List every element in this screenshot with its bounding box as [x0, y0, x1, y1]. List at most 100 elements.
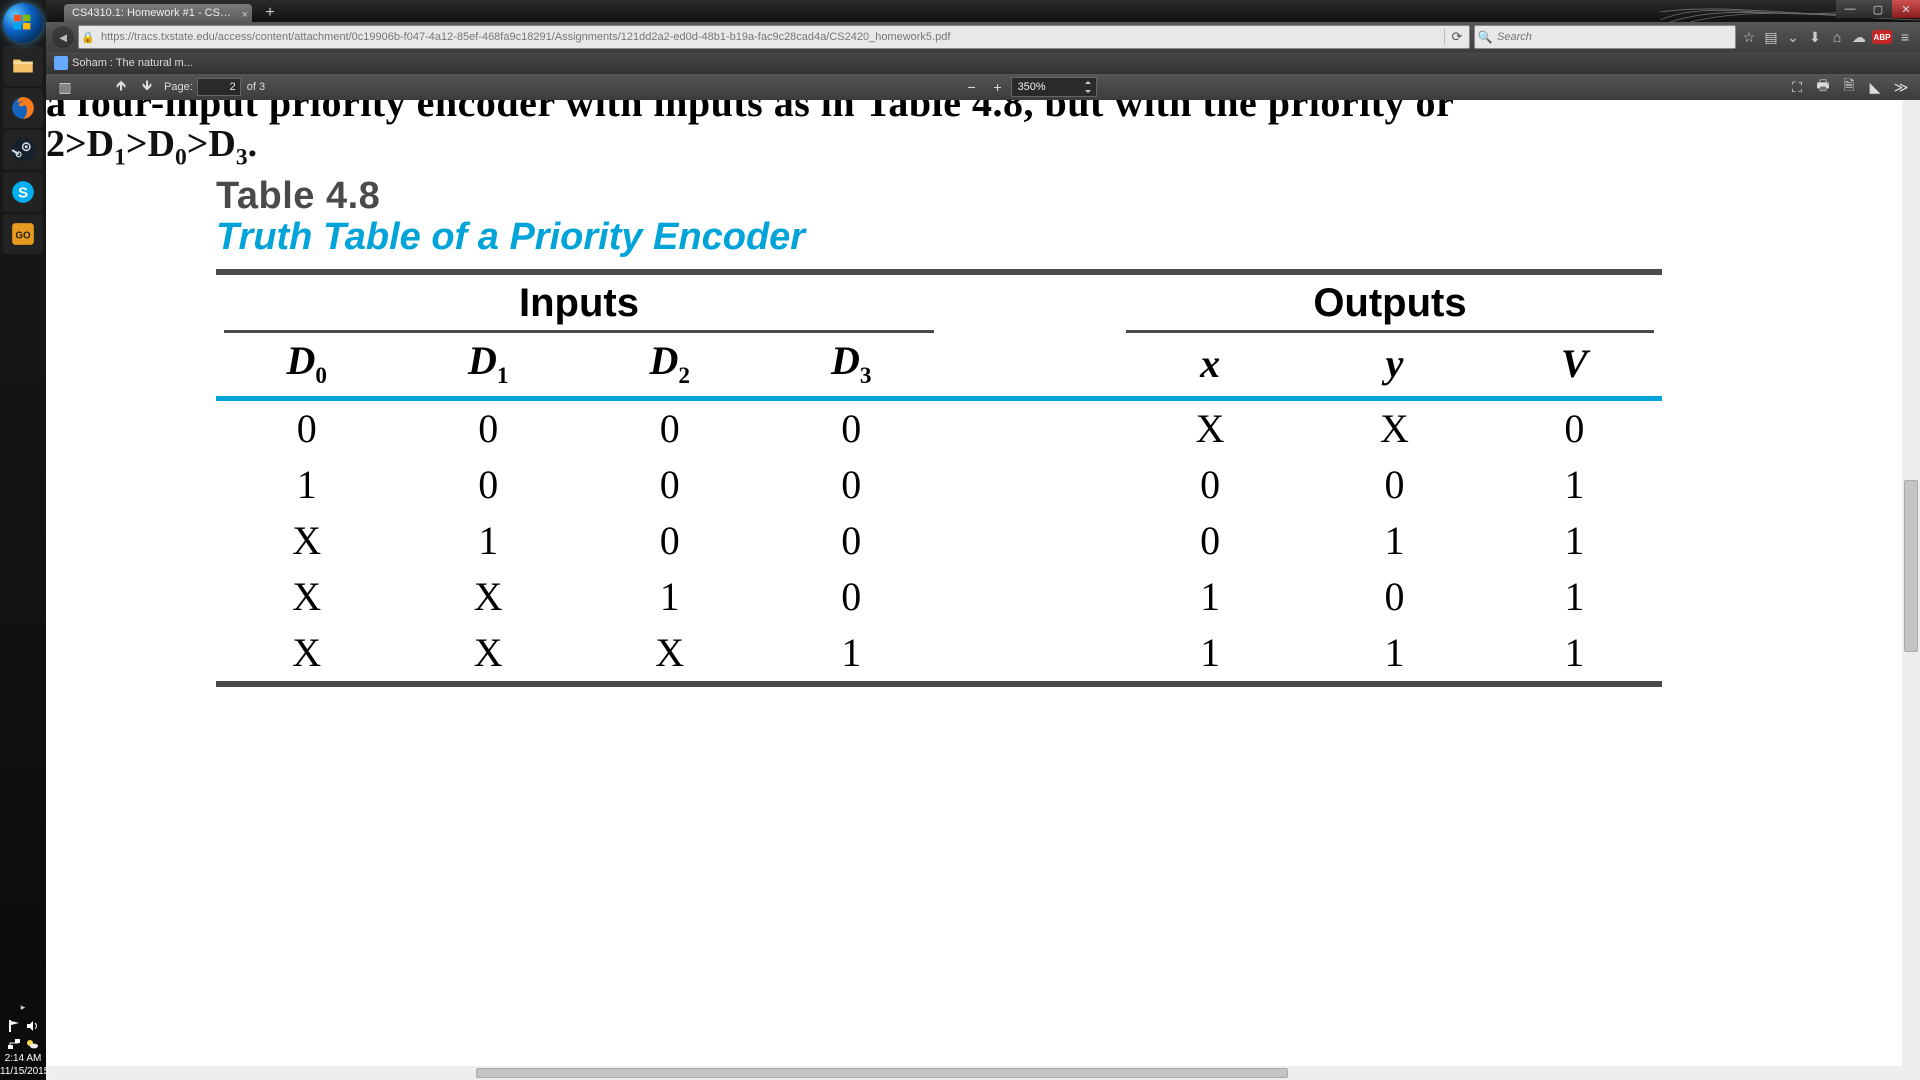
- cell: 0: [397, 457, 578, 513]
- reload-button[interactable]: ⟳: [1444, 29, 1469, 45]
- browser-tab[interactable]: CS4310.1: Homework #1 - CS24... ×: [64, 4, 252, 22]
- cell: 1: [1302, 625, 1486, 684]
- cell: 0: [760, 457, 941, 513]
- taskbar-item-steam[interactable]: [3, 130, 43, 170]
- cell: 0: [579, 457, 760, 513]
- back-button[interactable]: ◄: [52, 26, 74, 48]
- col-y: y: [1302, 335, 1486, 392]
- browser-titlebar: CS4310.1: Homework #1 - CS24... × + — ▢ …: [46, 0, 1920, 22]
- cell: 1: [1487, 513, 1662, 569]
- download-icon[interactable]: 🗎: [1836, 76, 1862, 98]
- page-label: Page:: [160, 81, 197, 93]
- cell: 1: [1487, 569, 1662, 625]
- firefox-icon: [10, 95, 36, 121]
- tray-volume-icon[interactable]: [25, 1019, 39, 1033]
- search-input[interactable]: [1495, 30, 1735, 44]
- cell: 1: [1487, 457, 1662, 513]
- search-box[interactable]: 🔍: [1474, 25, 1736, 49]
- cell: 1: [760, 625, 941, 684]
- cell: 0: [216, 399, 397, 458]
- system-tray: ▸ 2:14 AM 11/15/2015: [0, 998, 46, 1080]
- bookmark-pdf-icon[interactable]: ◣: [1862, 76, 1888, 98]
- print-icon[interactable]: 🖶: [1810, 76, 1836, 98]
- taskbar-item-firefox[interactable]: [3, 88, 43, 128]
- cell: 1: [579, 569, 760, 625]
- doc-priority-text: 2>D1>D0>D3.: [46, 122, 257, 172]
- vertical-scroll-thumb[interactable]: [1904, 480, 1918, 652]
- csgo-icon: GO: [10, 221, 36, 247]
- cell: X: [1302, 399, 1486, 458]
- tab-close-icon[interactable]: ×: [242, 6, 248, 22]
- cell: 1: [216, 457, 397, 513]
- new-tab-button[interactable]: +: [258, 6, 282, 22]
- cell: X: [1118, 399, 1302, 458]
- cell: 0: [1302, 569, 1486, 625]
- page-up-icon[interactable]: 🡹: [108, 76, 134, 98]
- sidebar-toggle-icon[interactable]: ▥: [52, 76, 78, 98]
- page-number-input[interactable]: [197, 78, 241, 96]
- url-bar[interactable]: 🔒 ⟳: [78, 25, 1470, 49]
- cell: 1: [1487, 625, 1662, 684]
- adblock-icon[interactable]: ABP: [1872, 30, 1892, 44]
- page-down-icon[interactable]: 🡻: [134, 76, 160, 98]
- url-input[interactable]: [97, 31, 1444, 43]
- window-close-button[interactable]: ✕: [1892, 0, 1920, 18]
- browser-navbar: ◄ 🔒 ⟳ 🔍 ☆ ▤ ⌄ ⬇ ⌂ ☁ ABP ≡: [46, 22, 1920, 52]
- vertical-scrollbar[interactable]: [1902, 100, 1920, 1066]
- search-icon: 🔍: [1475, 30, 1495, 44]
- taskbar-item-skype[interactable]: S: [3, 172, 43, 212]
- clock-time[interactable]: 2:14 AM: [0, 1053, 46, 1066]
- table-row: XX10101: [216, 569, 1662, 625]
- tray-flag-icon[interactable]: [7, 1019, 21, 1033]
- table-row: 0000XX0: [216, 399, 1662, 458]
- col-d2: D2: [579, 335, 760, 392]
- page-total: of 3: [241, 81, 271, 93]
- zoom-out-icon[interactable]: −: [959, 76, 985, 98]
- steam-icon: [10, 137, 36, 163]
- tools-overflow-icon[interactable]: ≫: [1888, 76, 1914, 98]
- pdf-page: a four-input priority encoder with input…: [46, 100, 1902, 1066]
- tray-overflow-icon[interactable]: ▸: [0, 1002, 46, 1015]
- clock-date[interactable]: 11/15/2015: [0, 1066, 46, 1079]
- presentation-icon[interactable]: ⛶: [1784, 76, 1810, 98]
- cell: 1: [397, 513, 578, 569]
- table-title: Truth Table of a Priority Encoder: [216, 216, 1662, 259]
- cell: 1: [1302, 513, 1486, 569]
- zoom-value: 350%: [1018, 81, 1046, 93]
- folder-icon: [10, 53, 36, 79]
- bookmark-item[interactable]: Soham : The natural m...: [54, 56, 193, 70]
- bookmark-star-icon[interactable]: ☆: [1740, 28, 1758, 46]
- group-header-inputs: Inputs: [216, 279, 942, 328]
- bookmarks-bar: Soham : The natural m...: [46, 52, 1920, 74]
- downloads-icon[interactable]: ⬇: [1806, 28, 1824, 46]
- table-row: XXX1111: [216, 625, 1662, 684]
- windows-logo-icon: [12, 12, 34, 34]
- horizontal-scroll-thumb[interactable]: [476, 1068, 1288, 1078]
- col-x: x: [1118, 335, 1302, 392]
- col-d1: D1: [397, 335, 578, 392]
- taskbar-item-explorer[interactable]: [3, 46, 43, 86]
- taskbar-item-csgo[interactable]: GO: [3, 214, 43, 254]
- horizontal-scrollbar[interactable]: [46, 1066, 1920, 1080]
- cell: X: [216, 569, 397, 625]
- pdf-viewport: a four-input priority encoder with input…: [46, 100, 1920, 1066]
- start-button[interactable]: [3, 3, 43, 43]
- home-icon[interactable]: ⌂: [1828, 28, 1846, 46]
- window-minimize-button[interactable]: —: [1836, 0, 1864, 18]
- cell: 0: [1118, 457, 1302, 513]
- pocket-icon[interactable]: ⌄: [1784, 28, 1802, 46]
- col-d0: D0: [216, 335, 397, 392]
- sync-icon[interactable]: ☁: [1850, 28, 1868, 46]
- menu-icon[interactable]: ≡: [1896, 28, 1914, 46]
- zoom-in-icon[interactable]: +: [985, 76, 1011, 98]
- window-maximize-button[interactable]: ▢: [1864, 0, 1892, 18]
- bookmark-favicon: [54, 56, 68, 70]
- zoom-select[interactable]: 350%: [1011, 77, 1097, 97]
- tray-weather-icon[interactable]: [25, 1037, 39, 1051]
- reader-icon[interactable]: ▤: [1762, 28, 1780, 46]
- lock-icon: 🔒: [79, 31, 97, 44]
- windows-taskbar: S GO ▸ 2:14 AM 11/15/2015: [0, 0, 46, 1080]
- tray-network-icon[interactable]: [7, 1037, 21, 1051]
- tab-title: CS4310.1: Homework #1 - CS24...: [72, 7, 241, 19]
- cell: 0: [1487, 399, 1662, 458]
